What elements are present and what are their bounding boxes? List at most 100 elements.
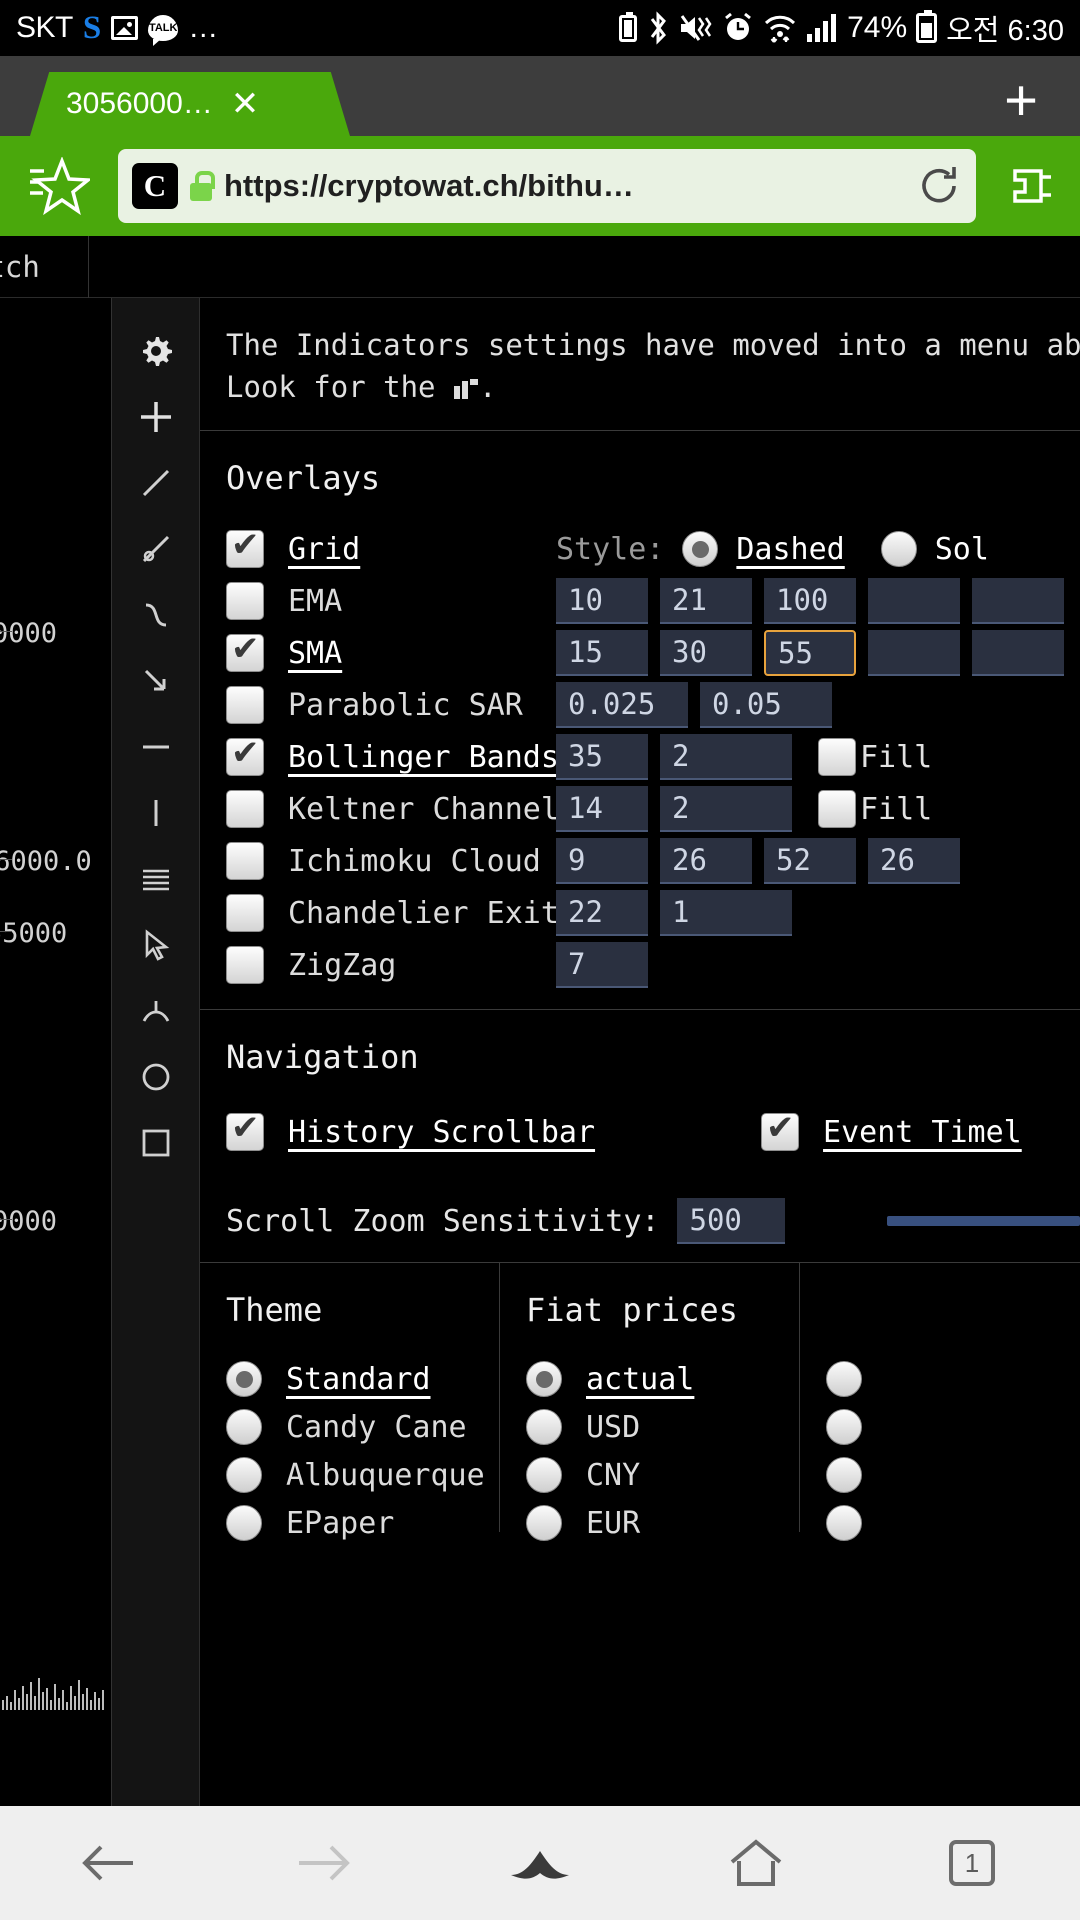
dolphin-icon[interactable] xyxy=(470,1806,610,1920)
overlay-toggle-bollinger-bands[interactable]: Bollinger Bands xyxy=(226,735,559,777)
overlay-toggle-ichimoku-cloud[interactable]: Ichimoku Cloud xyxy=(226,842,556,881)
kc-input-2[interactable]: 2 xyxy=(660,786,792,833)
line-tool-icon[interactable] xyxy=(124,450,188,516)
ema-input-1[interactable]: 10 xyxy=(556,578,648,625)
radio-grid-solid[interactable] xyxy=(880,531,917,568)
horizontal-line-icon[interactable] xyxy=(124,714,188,780)
overlay-toggle-chandelier-exit[interactable]: Chandelier Exit xyxy=(226,894,559,933)
radio-grid-dashed[interactable] xyxy=(682,531,719,568)
forward-arrow-icon[interactable] xyxy=(254,1806,394,1920)
sar-input-2[interactable]: 0.05 xyxy=(700,682,832,729)
rectangle-tool-icon[interactable] xyxy=(124,1110,188,1176)
fiat-option-eur[interactable]: EUR xyxy=(526,1499,799,1547)
checkbox-icon[interactable] xyxy=(226,582,264,621)
radio-icon[interactable] xyxy=(526,1409,562,1446)
radio-icon[interactable] xyxy=(826,1505,862,1542)
ema-input-2[interactable]: 21 xyxy=(660,578,752,625)
checkbox-icon[interactable] xyxy=(226,686,264,725)
ichimoku-input-1[interactable]: 9 xyxy=(556,838,648,885)
reload-icon[interactable] xyxy=(916,163,962,209)
ichimoku-input-2[interactable]: 26 xyxy=(660,838,752,885)
radio-icon[interactable] xyxy=(226,1409,262,1446)
overlay-toggle-keltner-channel[interactable]: Keltner Channel xyxy=(226,790,559,829)
checkbox-icon[interactable] xyxy=(226,842,264,881)
ema-input-3[interactable]: 100 xyxy=(764,578,856,625)
sma-input-1[interactable]: 15 xyxy=(556,630,648,677)
overlay-toggle-sma[interactable]: SMA xyxy=(226,631,556,673)
kc-input-1[interactable]: 14 xyxy=(556,786,648,833)
bb-fill-checkbox[interactable] xyxy=(818,738,856,777)
checkbox-icon[interactable] xyxy=(226,631,264,673)
scroll-zoom-input[interactable]: 500 xyxy=(677,1198,785,1245)
sma-input-4[interactable] xyxy=(868,630,960,677)
fiat-option-cny[interactable]: CNY xyxy=(526,1451,799,1499)
radio-icon[interactable] xyxy=(226,1505,262,1542)
extra-option-1[interactable] xyxy=(826,1355,1080,1403)
home-icon[interactable] xyxy=(686,1806,826,1920)
zigzag-input-1[interactable]: 7 xyxy=(556,942,648,989)
extension-icon[interactable] xyxy=(984,159,1080,213)
scroll-zoom-slider[interactable] xyxy=(886,1216,1080,1227)
pitchfork-icon[interactable] xyxy=(124,978,188,1044)
close-icon[interactable]: ✕ xyxy=(231,87,260,121)
ema-input-4[interactable] xyxy=(868,578,960,625)
sma-input-2[interactable]: 30 xyxy=(660,630,752,677)
add-icon[interactable] xyxy=(124,384,188,450)
bb-input-2[interactable]: 2 xyxy=(660,734,792,781)
radio-icon[interactable] xyxy=(526,1457,562,1494)
fiat-option-usd[interactable]: USD xyxy=(526,1403,799,1451)
sar-input-1[interactable]: 0.025 xyxy=(556,682,688,729)
url-input[interactable]: C https://cryptowat.ch/bithu… xyxy=(118,149,976,223)
extra-option-3[interactable] xyxy=(826,1451,1080,1499)
theme-option-albuquerque[interactable]: Albuquerque xyxy=(226,1451,499,1499)
style-option-label[interactable]: Dashed xyxy=(736,532,844,567)
fiat-option-actual[interactable]: actual xyxy=(526,1355,799,1403)
extra-option-4[interactable] xyxy=(826,1499,1080,1547)
radio-icon[interactable] xyxy=(526,1505,562,1542)
gear-icon[interactable] xyxy=(124,318,188,384)
checkbox-icon[interactable] xyxy=(226,894,264,933)
theme-option-standard[interactable]: Standard xyxy=(226,1355,499,1403)
fib-levels-icon[interactable] xyxy=(124,846,188,912)
history-scrollbar-checkbox[interactable] xyxy=(226,1110,264,1152)
overlay-toggle-grid[interactable]: Grid xyxy=(226,527,556,569)
radio-icon[interactable] xyxy=(826,1457,862,1494)
bookmark-star-icon[interactable] xyxy=(0,157,118,215)
checkbox-icon[interactable] xyxy=(226,527,264,569)
watchlist-label[interactable]: atch xyxy=(0,250,40,284)
sma-input-5[interactable] xyxy=(972,630,1064,677)
event-timeline-checkbox[interactable] xyxy=(761,1110,800,1152)
circle-tool-icon[interactable] xyxy=(124,1044,188,1110)
chandelier-input-2[interactable]: 1 xyxy=(660,890,792,937)
overlay-toggle-parabolic-sar[interactable]: Parabolic SAR xyxy=(226,686,556,725)
ichimoku-input-4[interactable]: 26 xyxy=(868,838,960,885)
extra-option-2[interactable] xyxy=(826,1403,1080,1451)
theme-option-candy-cane[interactable]: Candy Cane xyxy=(226,1403,499,1451)
cursor-icon[interactable] xyxy=(124,912,188,978)
checkbox-icon[interactable] xyxy=(226,735,264,777)
radio-icon[interactable] xyxy=(826,1361,862,1398)
kc-fill-checkbox[interactable] xyxy=(818,790,856,829)
chandelier-input-1[interactable]: 22 xyxy=(556,890,648,937)
bb-input-1[interactable]: 35 xyxy=(556,734,648,781)
tab-switcher-button[interactable]: 1 xyxy=(902,1806,1042,1920)
checkbox-icon[interactable] xyxy=(226,946,264,985)
radio-icon[interactable] xyxy=(226,1361,262,1398)
ichimoku-input-3[interactable]: 52 xyxy=(764,838,856,885)
browser-tab[interactable]: 3056000… ✕ xyxy=(30,72,350,136)
sma-input-3[interactable]: 55 xyxy=(764,630,856,677)
arrow-tool-icon[interactable] xyxy=(124,648,188,714)
radio-icon[interactable] xyxy=(826,1409,862,1446)
vertical-line-icon[interactable] xyxy=(124,780,188,846)
overlay-toggle-ema[interactable]: EMA xyxy=(226,582,556,621)
overlay-toggle-zigzag[interactable]: ZigZag xyxy=(226,946,556,985)
ema-input-5[interactable] xyxy=(972,578,1064,625)
curve-tool-icon[interactable] xyxy=(124,582,188,648)
theme-option-epaper[interactable]: EPaper xyxy=(226,1499,499,1547)
radio-icon[interactable] xyxy=(226,1457,262,1494)
ray-tool-icon[interactable] xyxy=(124,516,188,582)
new-tab-button[interactable]: + xyxy=(1004,72,1038,130)
checkbox-icon[interactable] xyxy=(226,790,264,829)
style-option-label[interactable]: Sol xyxy=(935,532,989,567)
radio-icon[interactable] xyxy=(526,1361,562,1398)
